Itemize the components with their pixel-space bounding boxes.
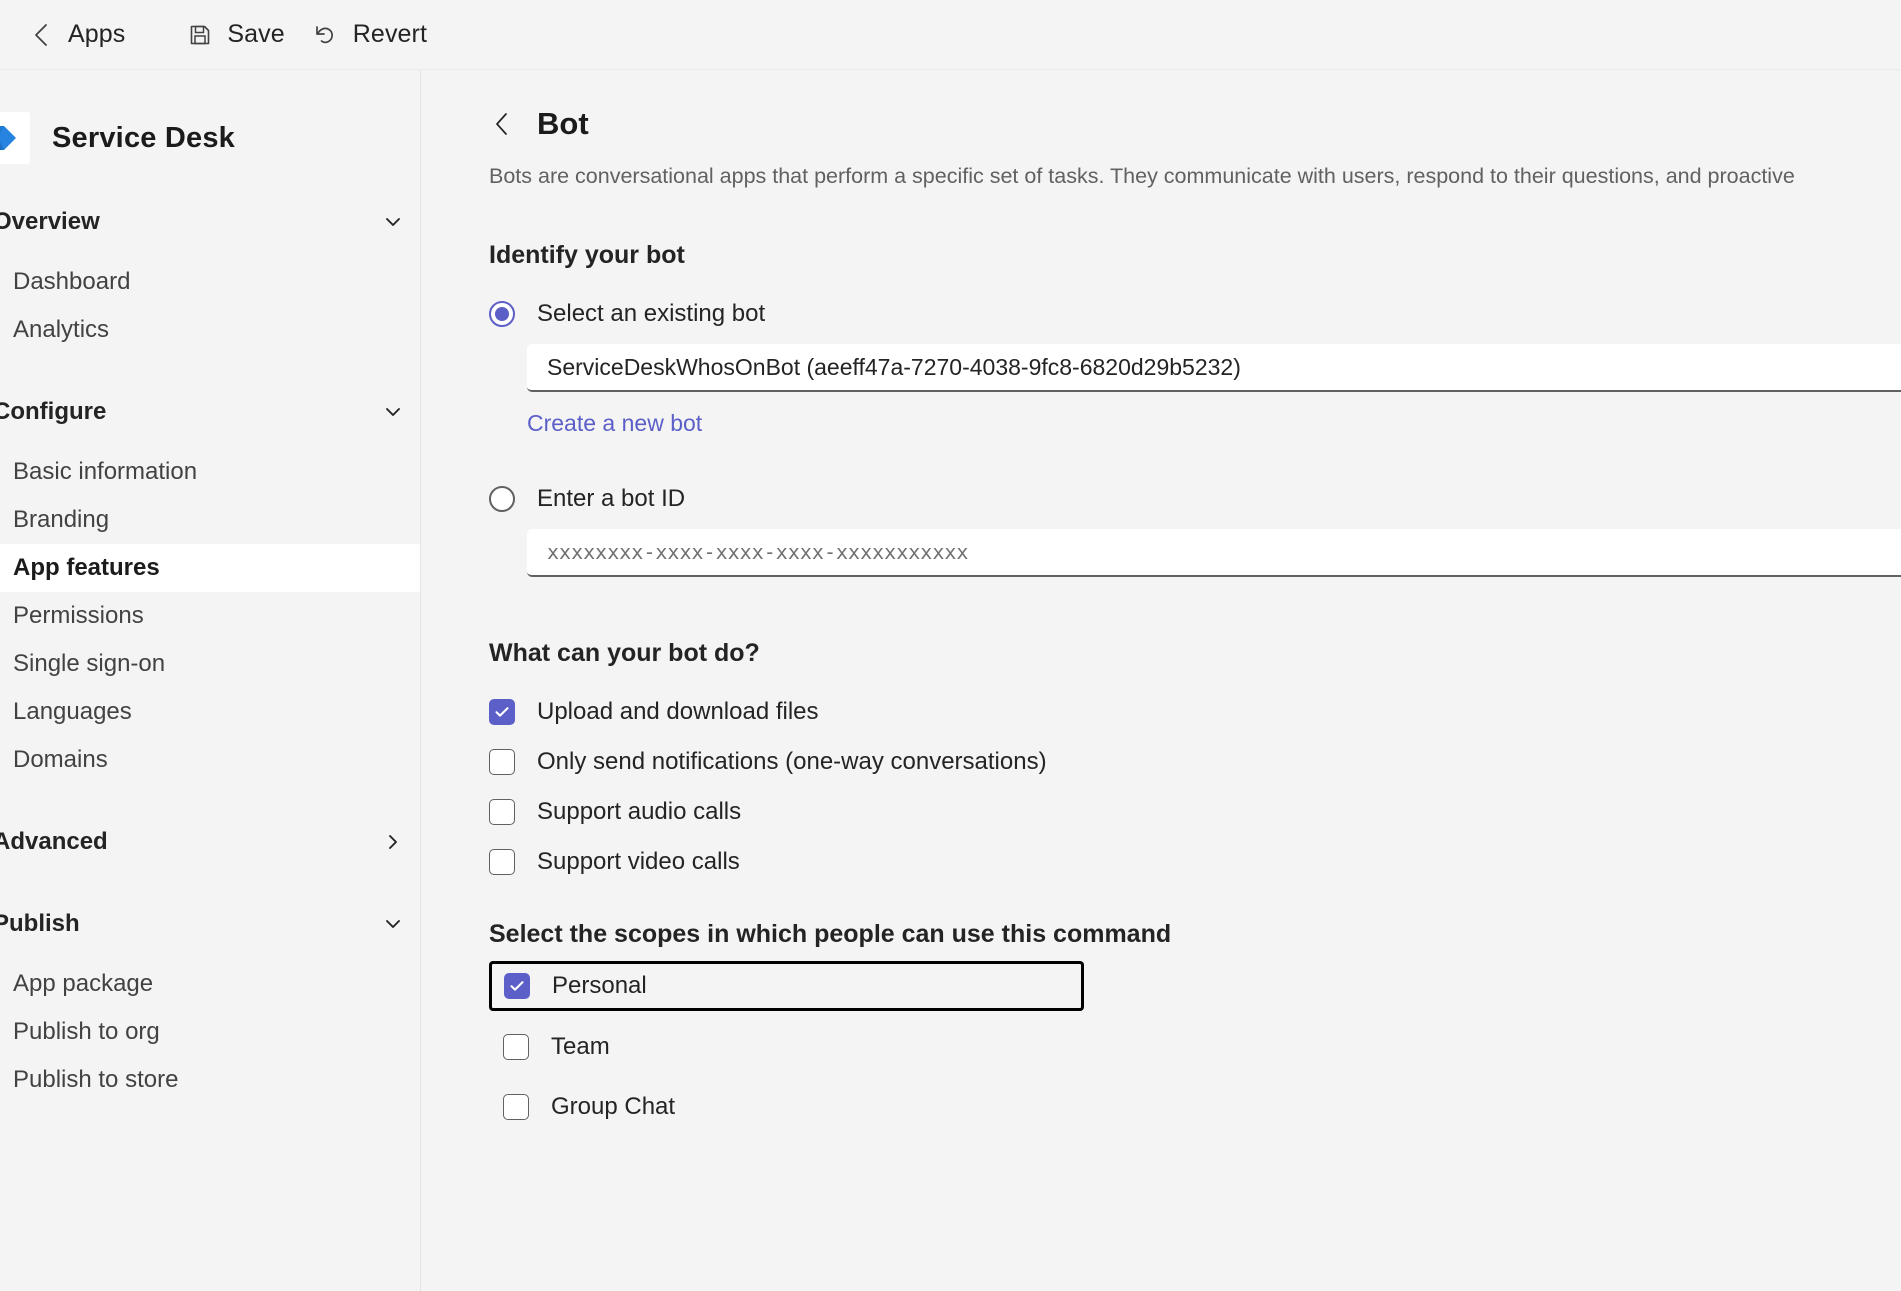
- sidebar-item-label: Publish to store: [13, 1066, 179, 1093]
- scopes-section-title: Select the scopes in which people can us…: [489, 920, 1172, 948]
- identify-bot-section-title: Identify your bot: [489, 241, 685, 269]
- checkbox-label: Group Chat: [551, 1093, 676, 1120]
- radio-checked-icon: [489, 301, 515, 327]
- sidebar-item-analytics[interactable]: Analytics: [0, 306, 420, 354]
- sidebar-group-overview-label: Overview: [0, 208, 100, 235]
- sidebar-item-permissions[interactable]: Permissions: [0, 592, 420, 640]
- radio-enter-bot-id-label: Enter a bot ID: [537, 485, 686, 512]
- checkbox-scope-personal[interactable]: Personal: [489, 961, 1084, 1011]
- bot-id-input[interactable]: xxxxxxxx-xxxx-xxxx-xxxx-xxxxxxxxxxx: [527, 529, 1901, 577]
- save-label: Save: [227, 20, 285, 48]
- sidebar-item-basic-information[interactable]: Basic information: [0, 448, 420, 496]
- sidebar-item-publish-to-store[interactable]: Publish to store: [0, 1056, 420, 1104]
- sidebar-group-configure[interactable]: Configure: [0, 388, 420, 436]
- sidebar-item-label: Domains: [13, 746, 108, 773]
- chevron-down-icon: [382, 913, 404, 935]
- bot-select-value: ServiceDeskWhosOnBot (aeeff47a-7270-4038…: [547, 353, 1241, 380]
- sidebar-group-configure-label: Configure: [0, 398, 107, 425]
- sidebar-item-label: Dashboard: [13, 268, 131, 295]
- radio-select-existing-bot[interactable]: Select an existing bot: [489, 300, 1901, 328]
- checkbox-label: Upload and download files: [537, 698, 819, 725]
- sidebar-group-advanced-label: Advanced: [0, 828, 108, 855]
- sidebar-item-label: Permissions: [13, 602, 144, 629]
- page-body: Service Desk Overview Dashboard Analytic…: [0, 70, 1901, 1291]
- sidebar-item-app-package[interactable]: App package: [0, 960, 420, 1008]
- sidebar-item-label: Languages: [13, 698, 132, 725]
- create-new-bot-row: Create a new bot: [527, 410, 1901, 437]
- sidebar-group-publish-label: Publish: [0, 910, 80, 937]
- sidebar-item-label: App features: [13, 554, 160, 581]
- sidebar-item-label: Analytics: [13, 316, 110, 343]
- sidebar-item-publish-to-org[interactable]: Publish to org: [0, 1008, 420, 1056]
- checkbox-scope-group-chat[interactable]: Group Chat: [489, 1083, 1084, 1131]
- sidebar-item-single-sign-on[interactable]: Single sign-on: [0, 640, 420, 688]
- radio-enter-bot-id[interactable]: Enter a bot ID: [489, 485, 1901, 513]
- sidebar-item-branding[interactable]: Branding: [0, 496, 420, 544]
- revert-button[interactable]: Revert: [299, 12, 441, 57]
- sidebar-item-label: Branding: [13, 506, 110, 533]
- checkbox-label: Support video calls: [537, 848, 740, 875]
- radio-unchecked-icon: [489, 486, 515, 512]
- checkbox-unchecked-icon: [489, 749, 515, 775]
- checkbox-label: Only send notifications (one-way convers…: [537, 748, 1047, 775]
- capabilities-section-title: What can your bot do?: [489, 639, 760, 667]
- checkbox-checked-icon: [504, 973, 530, 999]
- bot-id-placeholder: xxxxxxxx-xxxx-xxxx-xxxx-xxxxxxxxxxx: [547, 540, 969, 564]
- sidebar-group-advanced[interactable]: Advanced: [0, 818, 420, 866]
- bot-select-dropdown[interactable]: ServiceDeskWhosOnBot (aeeff47a-7270-4038…: [527, 344, 1901, 392]
- checkbox-unchecked-icon: [503, 1094, 529, 1120]
- sidebar-item-app-features[interactable]: App features: [0, 544, 420, 592]
- sidebar-item-languages[interactable]: Languages: [0, 688, 420, 736]
- checkbox-only-send-notifications[interactable]: Only send notifications (one-way convers…: [489, 742, 1901, 782]
- checkbox-unchecked-icon: [503, 1034, 529, 1060]
- sidebar-group-publish[interactable]: Publish: [0, 900, 420, 948]
- revert-label: Revert: [352, 20, 428, 48]
- sidebar-group-overview[interactable]: Overview: [0, 198, 420, 246]
- back-to-apps-label: Apps: [68, 20, 126, 48]
- save-button[interactable]: Save: [173, 12, 298, 57]
- app-title: Service Desk: [52, 121, 235, 154]
- checkbox-label: Support audio calls: [537, 798, 742, 825]
- app-header: Service Desk: [0, 70, 420, 164]
- sidebar-item-label: Publish to org: [13, 1018, 160, 1045]
- main-content: Bot Bots are conversational apps that pe…: [421, 70, 1901, 1291]
- checkbox-label: Team: [551, 1033, 610, 1060]
- checkbox-scope-team[interactable]: Team: [489, 1023, 1084, 1071]
- page-header: Bot: [489, 106, 1901, 142]
- service-desk-arrow-logo: [0, 112, 30, 164]
- revert-undo-icon: [313, 22, 339, 48]
- page-title: Bot: [537, 106, 589, 141]
- checkbox-support-video-calls[interactable]: Support video calls: [489, 842, 1901, 882]
- checkbox-unchecked-icon: [489, 849, 515, 875]
- sidebar-item-label: Basic information: [13, 458, 198, 485]
- sidebar-item-domains[interactable]: Domains: [0, 736, 420, 784]
- create-new-bot-link[interactable]: Create a new bot: [527, 410, 702, 436]
- checkbox-unchecked-icon: [489, 799, 515, 825]
- top-toolbar: Apps Save Revert: [0, 0, 1901, 70]
- save-floppy-icon: [187, 22, 213, 48]
- back-to-apps-button[interactable]: Apps: [14, 12, 139, 57]
- chevron-left-icon: [28, 22, 54, 48]
- checkbox-upload-download-files[interactable]: Upload and download files: [489, 692, 1901, 732]
- page-description: Bots are conversational apps that perfor…: [489, 164, 1795, 188]
- checkbox-support-audio-calls[interactable]: Support audio calls: [489, 792, 1901, 832]
- chevron-left-icon[interactable]: [489, 111, 515, 137]
- checkbox-checked-icon: [489, 699, 515, 725]
- sidebar-item-label: Single sign-on: [13, 650, 166, 677]
- chevron-down-icon: [382, 401, 404, 423]
- checkbox-label: Personal: [552, 972, 647, 999]
- chevron-right-icon: [382, 831, 404, 853]
- chevron-down-icon: [382, 211, 404, 233]
- sidebar-item-label: App package: [13, 970, 154, 997]
- sidebar-item-dashboard[interactable]: Dashboard: [0, 258, 420, 306]
- sidebar: Service Desk Overview Dashboard Analytic…: [0, 70, 421, 1291]
- radio-select-existing-bot-label: Select an existing bot: [537, 300, 766, 327]
